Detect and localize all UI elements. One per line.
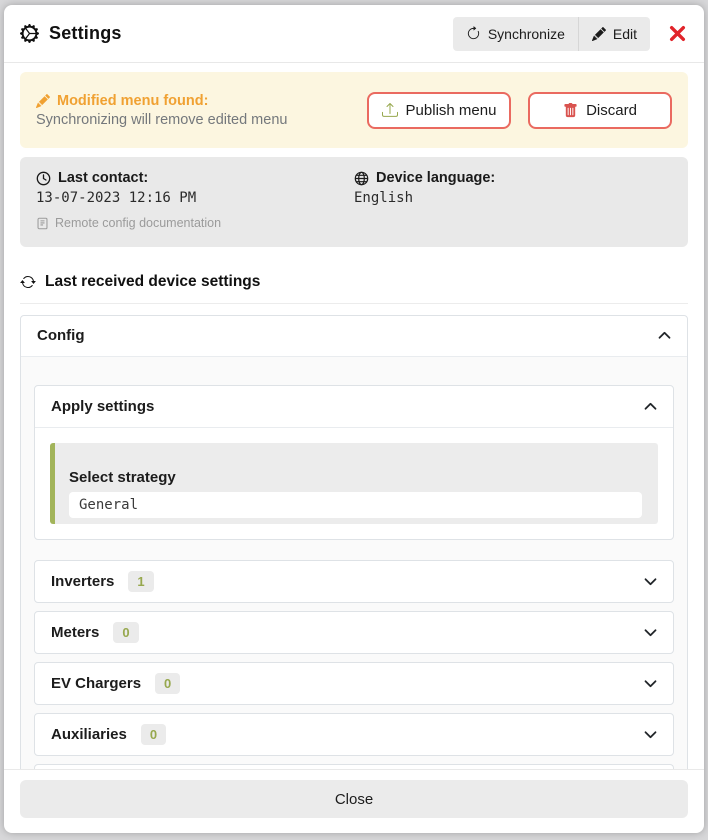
inverters-accordion: Inverters 1: [34, 560, 674, 603]
auxiliaries-header[interactable]: Auxiliaries 0: [35, 714, 673, 755]
apply-settings-body: Select strategy General: [35, 427, 673, 539]
banner-title: Modified menu found:: [57, 93, 208, 109]
banner-message: Synchronizing will remove edited menu: [36, 112, 287, 128]
chevron-up-icon: [658, 331, 671, 340]
auxiliaries-count-badge: 0: [141, 724, 166, 745]
remote-config-doc-label: Remote config documentation: [55, 216, 221, 230]
section-divider: [20, 303, 688, 304]
modal-header: Settings Synchronize Edit: [4, 5, 704, 63]
select-strategy-value: General: [69, 492, 642, 518]
section-title: Last received device settings: [45, 273, 260, 291]
discard-button[interactable]: Discard: [528, 92, 672, 129]
device-language-label: Device language:: [376, 170, 495, 186]
header-button-group: Synchronize Edit: [453, 17, 650, 51]
modal-title-wrap: Settings: [20, 23, 122, 44]
close-icon[interactable]: [667, 23, 688, 44]
refresh-icon: [466, 26, 481, 41]
ev-chargers-count-badge: 0: [155, 673, 180, 694]
modal-title: Settings: [49, 23, 122, 44]
select-strategy-label: Select strategy: [69, 469, 642, 486]
meters-accordion: Meters 0: [34, 611, 674, 654]
discard-label: Discard: [586, 102, 637, 119]
meters-count-badge: 0: [113, 622, 138, 643]
chevron-down-icon: [644, 679, 657, 688]
ev-chargers-label: EV Chargers: [51, 675, 141, 692]
banner-actions: Publish menu Discard: [367, 92, 672, 129]
publish-menu-label: Publish menu: [406, 102, 497, 119]
config-accordion-body: Apply settings Select strategy General: [21, 356, 687, 770]
journal-icon: [36, 217, 49, 230]
modal-body: Modified menu found: Synchronizing will …: [4, 63, 704, 769]
inverters-label: Inverters: [51, 573, 114, 590]
upload-icon: [382, 102, 398, 118]
chevron-down-icon: [644, 628, 657, 637]
config-accordion: Config Apply settings Se: [20, 315, 688, 770]
synchronize-label: Synchronize: [488, 26, 565, 42]
auxiliaries-accordion: Auxiliaries 0: [34, 713, 674, 756]
device-language-block: Device language: English: [354, 170, 672, 206]
strategy-panel: Select strategy General: [50, 443, 658, 524]
auxiliaries-label: Auxiliaries: [51, 726, 127, 743]
inverters-header[interactable]: Inverters 1: [35, 561, 673, 602]
inverters-count-badge: 1: [128, 571, 153, 592]
edit-button[interactable]: Edit: [578, 17, 650, 51]
last-contact-label: Last contact:: [58, 170, 148, 186]
chevron-down-icon: [644, 577, 657, 586]
last-contact-block: Last contact: 13-07-2023 12:16 PM: [36, 170, 354, 206]
synchronize-button[interactable]: Synchronize: [453, 17, 578, 51]
settings-modal: Settings Synchronize Edit: [4, 5, 704, 833]
apply-settings-accordion: Apply settings Select strategy General: [34, 385, 674, 540]
modal-footer: Close: [4, 769, 704, 833]
chevron-down-icon: [644, 730, 657, 739]
clock-icon: [36, 171, 51, 186]
repeat-icon: [20, 274, 36, 290]
config-label: Config: [37, 327, 84, 344]
meters-label: Meters: [51, 624, 99, 641]
globe-icon: [354, 171, 369, 186]
gear-icon: [20, 24, 39, 43]
apply-settings-label: Apply settings: [51, 398, 154, 415]
modified-menu-banner: Modified menu found: Synchronizing will …: [20, 72, 688, 148]
config-accordion-header[interactable]: Config: [21, 316, 687, 356]
meters-header[interactable]: Meters 0: [35, 612, 673, 653]
remote-config-doc-link[interactable]: Remote config documentation: [36, 216, 221, 230]
banner-title-row: Modified menu found:: [36, 93, 287, 109]
ev-chargers-accordion: EV Chargers 0: [34, 662, 674, 705]
last-contact-value: 13-07-2023 12:16 PM: [36, 190, 354, 206]
publish-menu-button[interactable]: Publish menu: [367, 92, 511, 129]
ev-chargers-header[interactable]: EV Chargers 0: [35, 663, 673, 704]
banner-text: Modified menu found: Synchronizing will …: [36, 93, 287, 128]
device-language-value: English: [354, 190, 672, 206]
chevron-up-icon: [644, 402, 657, 411]
trash-icon: [563, 103, 578, 118]
apply-settings-header[interactable]: Apply settings: [35, 386, 673, 427]
last-received-settings-heading: Last received device settings: [20, 273, 688, 291]
close-button[interactable]: Close: [20, 780, 688, 818]
pencil-icon: [592, 27, 606, 41]
pencil-icon: [36, 94, 50, 108]
device-info-panel: Last contact: 13-07-2023 12:16 PM Device…: [20, 157, 688, 247]
edit-label: Edit: [613, 26, 637, 42]
